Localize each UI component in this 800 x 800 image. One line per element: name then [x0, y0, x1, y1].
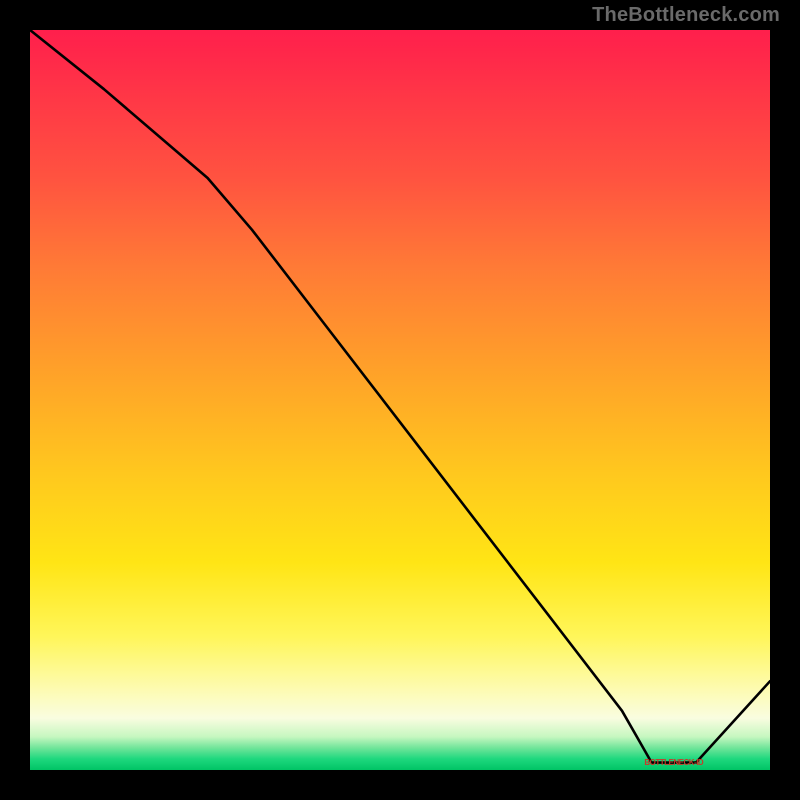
watermark-text: TheBottleneck.com	[592, 4, 780, 27]
curve-layer	[30, 30, 770, 770]
bottleneck-marker-label: BOTTLENECK-ID	[644, 759, 703, 767]
bottleneck-curve-path	[30, 30, 770, 763]
chart-stage: TheBottleneck.com BOTTLENECK-ID	[0, 0, 800, 800]
plot-area: BOTTLENECK-ID	[30, 30, 770, 770]
